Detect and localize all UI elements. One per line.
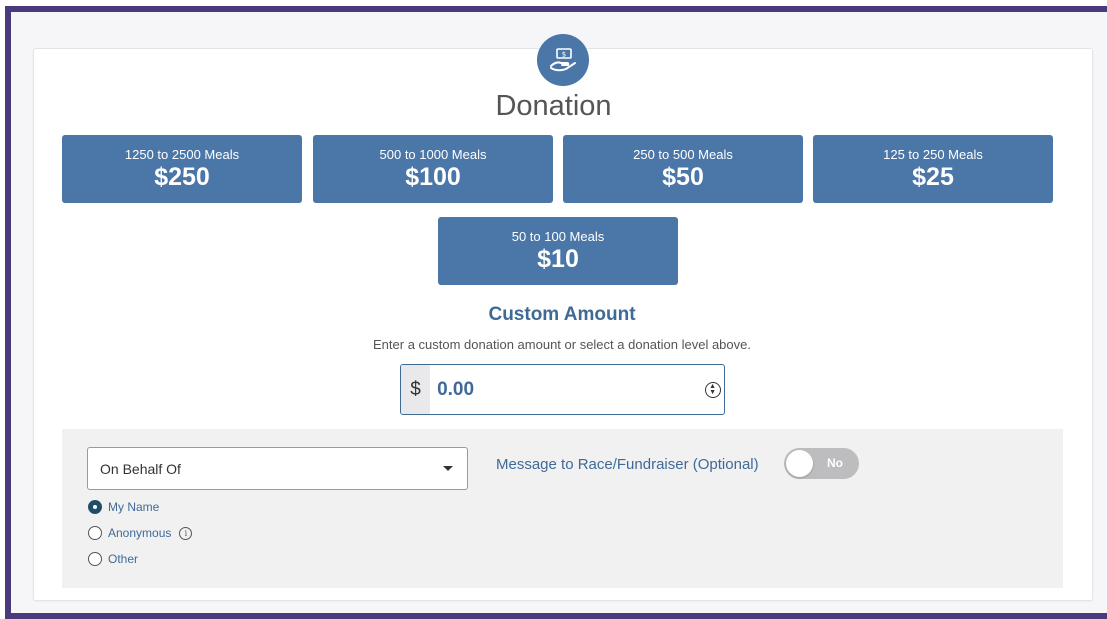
radio-anonymous[interactable]: Anonymous i xyxy=(88,526,193,540)
level-amount: $50 xyxy=(662,163,704,191)
toggle-knob xyxy=(786,450,813,477)
amount-spinner[interactable]: ▲ ▼ xyxy=(701,365,724,414)
radio-button[interactable] xyxy=(88,526,102,540)
currency-symbol: $ xyxy=(401,365,431,414)
select-value: On Behalf Of xyxy=(100,460,181,477)
hand-money-icon: $ xyxy=(537,34,589,86)
level-meals: 500 to 1000 Meals xyxy=(379,147,487,162)
custom-amount-input[interactable] xyxy=(430,365,702,414)
radio-button-checked[interactable] xyxy=(88,500,102,514)
radio-other[interactable]: Other xyxy=(88,552,138,566)
level-meals: 125 to 250 Meals xyxy=(883,147,983,162)
radio-label: Other xyxy=(108,552,139,566)
toggle-state-text: No xyxy=(827,456,843,470)
spinner-icon: ▲ ▼ xyxy=(704,381,721,398)
page-title: Donation xyxy=(495,90,612,122)
custom-amount-heading: Custom Amount xyxy=(488,304,636,325)
custom-amount-help: Enter a custom donation amount or select… xyxy=(373,337,751,352)
donation-level-25[interactable]: 125 to 250 Meals $25 xyxy=(813,135,1053,203)
custom-amount-field: $ ▲▼ xyxy=(400,364,725,415)
radio-button[interactable] xyxy=(88,552,102,566)
donation-level-50[interactable]: 250 to 500 Meals $50 xyxy=(563,135,803,203)
radio-label: My Name xyxy=(108,500,160,514)
level-meals: 50 to 100 Meals xyxy=(511,229,605,244)
info-icon[interactable]: i xyxy=(179,526,193,540)
on-behalf-of-select[interactable]: On Behalf Of xyxy=(87,447,468,490)
donation-level-10[interactable]: 50 to 100 Meals $10 xyxy=(438,217,678,285)
level-amount: $25 xyxy=(912,163,954,191)
svg-text:$: $ xyxy=(562,51,566,59)
message-label: Message to Race/Fundraiser (Optional) xyxy=(496,456,759,473)
level-amount: $10 xyxy=(537,245,579,273)
donation-level-100[interactable]: 500 to 1000 Meals $100 xyxy=(313,135,553,203)
radio-my-name[interactable]: My Name xyxy=(88,500,159,514)
level-amount: $250 xyxy=(154,163,210,191)
level-amount: $100 xyxy=(405,163,461,191)
chevron-down-icon xyxy=(443,466,453,471)
donation-level-250[interactable]: 1250 to 2500 Meals $250 xyxy=(62,135,302,203)
level-meals: 1250 to 2500 Meals xyxy=(124,147,240,162)
radio-label: Anonymous xyxy=(108,526,172,540)
level-meals: 250 to 500 Meals xyxy=(633,147,733,162)
message-toggle[interactable]: No xyxy=(784,448,859,479)
